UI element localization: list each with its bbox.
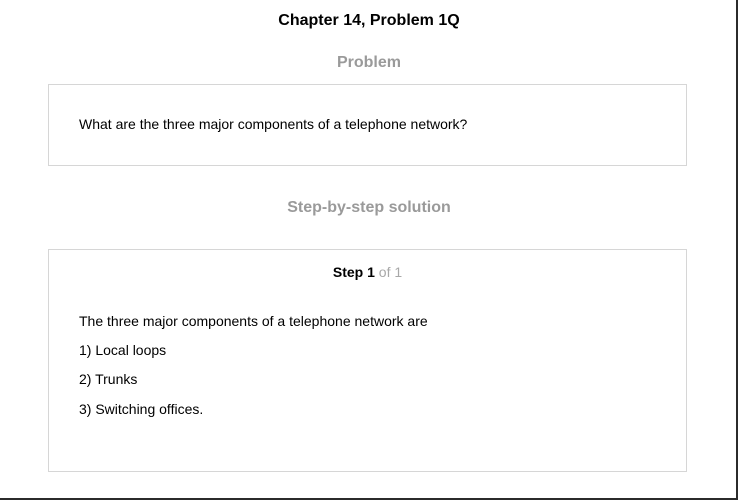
problem-text: What are the three major components of a… [79, 116, 468, 132]
page-title: Chapter 14, Problem 1Q [278, 12, 460, 29]
solution-intro-text: The three major components of a telephon… [79, 313, 428, 329]
solution-list-item: 1) Local loops [79, 342, 167, 358]
step-label: Step [332, 264, 364, 280]
solution-heading: Step-by-step solution [287, 199, 451, 216]
problem-heading: Problem [336, 54, 401, 71]
step-number: 1 [367, 264, 375, 280]
solution-list-item: 2) Trunks [79, 371, 138, 387]
step-indicator: Step 1 of 1 [49, 264, 686, 280]
problem-card: What are the three major components of a… [48, 84, 687, 166]
solution-list-item: 3) Switching offices. [79, 401, 204, 417]
solution-card: Step 1 of 1 The three major components o… [48, 249, 687, 472]
step-total: of 1 [378, 264, 403, 280]
